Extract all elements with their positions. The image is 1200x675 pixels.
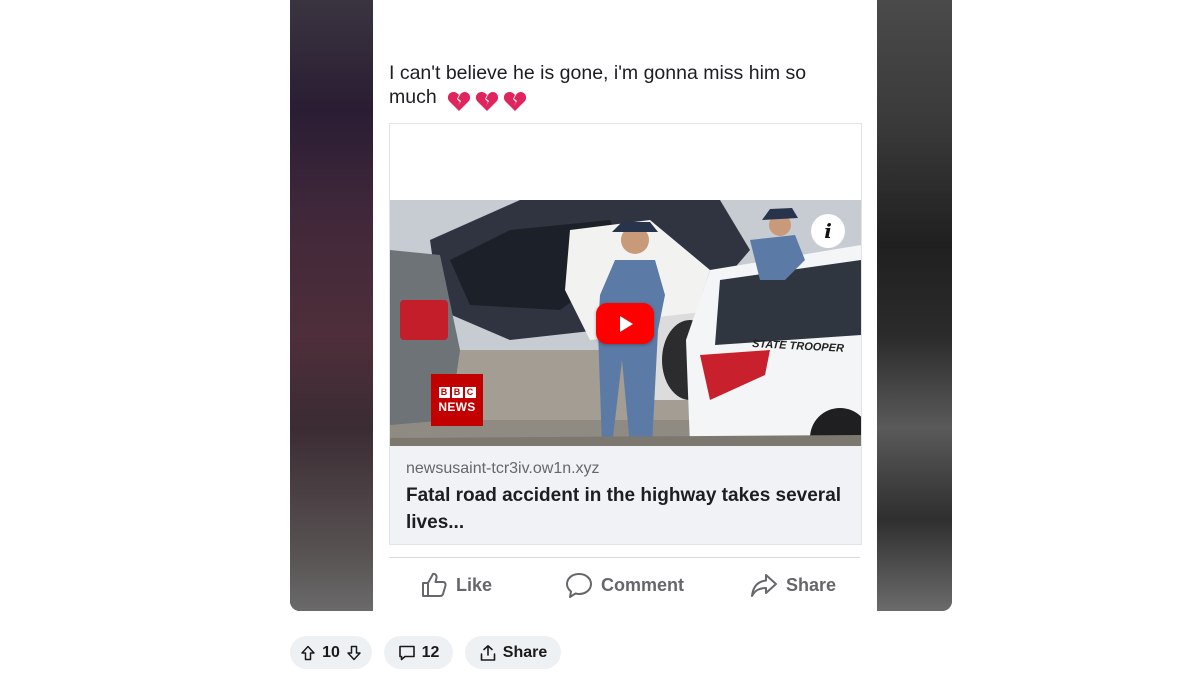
downvote-arrow-icon[interactable] [346, 645, 362, 661]
bbc-block-b2: B [451, 386, 463, 398]
upload-share-icon [480, 644, 496, 661]
share-arrow-icon [751, 574, 777, 597]
link-preview-card[interactable]: STATE TROOPER i BBC NEWS newsusaint-tcr3… [389, 123, 862, 545]
bbc-news-logo: BBC NEWS [431, 374, 483, 426]
bbc-news-label: NEWS [438, 399, 476, 414]
play-icon [620, 315, 633, 332]
like-label: Like [456, 574, 493, 595]
play-button[interactable] [596, 303, 654, 344]
broken-heart-icon [476, 91, 499, 111]
action-divider [389, 557, 860, 558]
speech-bubble-icon [566, 573, 592, 598]
reddit-share-button[interactable]: Share [465, 636, 561, 669]
state-trooper-text: STATE TROOPER [752, 338, 844, 355]
facebook-post: I can't believe he is gone, i'm gonna mi… [373, 0, 877, 611]
video-thumbnail[interactable]: STATE TROOPER i BBC NEWS [390, 200, 861, 446]
bbc-wordmark: BBC [438, 386, 476, 398]
upvote-arrow-icon[interactable] [300, 645, 316, 661]
vote-pill: 10 [290, 636, 372, 669]
info-icon-glyph: i [824, 219, 832, 243]
card-blank-header [390, 124, 861, 200]
bbc-block-c: C [464, 386, 476, 398]
info-icon[interactable]: i [811, 214, 845, 248]
vote-count: 10 [322, 643, 340, 661]
blurred-background-right [877, 0, 952, 611]
post-message: I can't believe he is gone, i'm gonna mi… [389, 61, 849, 112]
broken-hearts [447, 88, 531, 112]
comment-count: 12 [421, 643, 440, 661]
blurred-background-left [290, 0, 373, 611]
share-button[interactable]: Share [750, 568, 836, 602]
comment-label: Comment [601, 574, 685, 595]
embedded-screenshot: I can't believe he is gone, i'm gonna mi… [290, 0, 952, 611]
comment-bubble-icon [398, 645, 415, 660]
like-button[interactable]: Like [420, 568, 492, 602]
bbc-block-b1: B [438, 386, 450, 398]
comments-button[interactable]: 12 [384, 636, 453, 669]
comment-button[interactable]: Comment [565, 568, 684, 602]
broken-heart-icon [448, 91, 471, 111]
link-domain: newsusaint-tcr3iv.ow1n.xyz [406, 460, 600, 477]
link-title[interactable]: Fatal road accident in the highway takes… [406, 482, 846, 536]
broken-heart-icon [504, 91, 527, 111]
share-label: Share [786, 574, 837, 595]
reddit-share-label: Share [502, 643, 548, 661]
thumbs-up-icon [422, 572, 447, 597]
